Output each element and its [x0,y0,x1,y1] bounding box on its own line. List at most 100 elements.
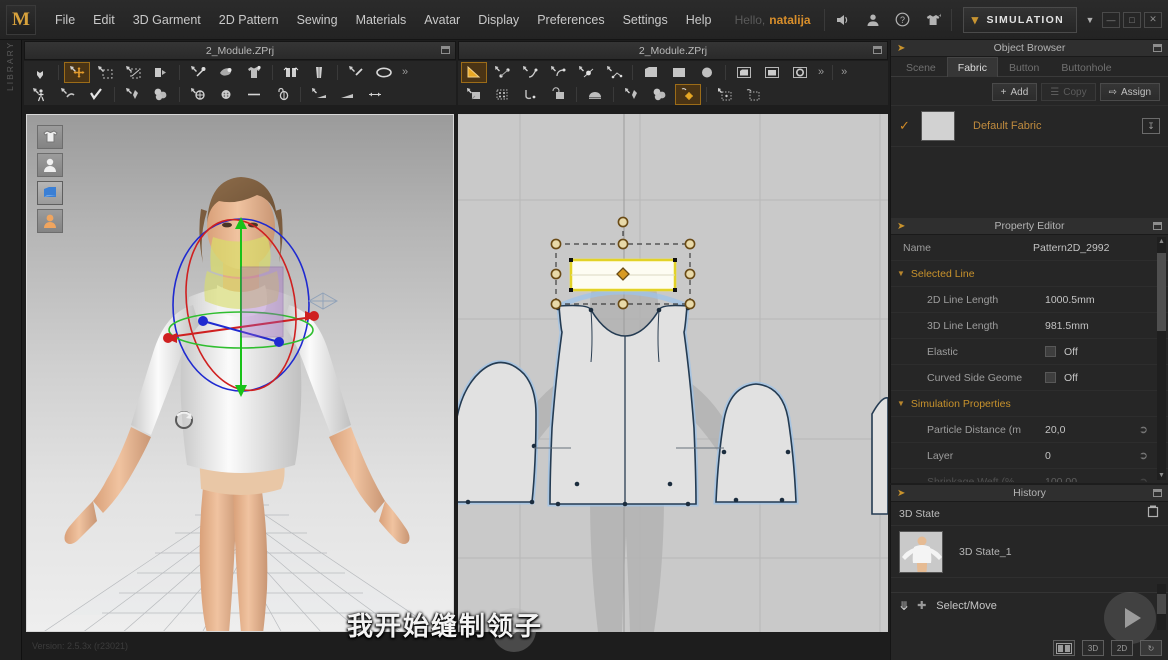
fabric-check-icon[interactable]: ✓ [899,118,921,134]
viewport-2d[interactable] [458,114,888,632]
button-hole-icon[interactable] [148,84,174,105]
select-avatar-icon[interactable] [27,84,53,105]
zipper-icon[interactable] [120,84,146,105]
pin-icon[interactable] [213,62,239,83]
pattern-arrange-icon[interactable] [740,84,766,105]
speaker-icon[interactable] [828,7,858,33]
garment-basting-icon[interactable] [241,62,267,83]
property-value-shrinkage-weft[interactable]: 100.00 [1045,476,1139,483]
property-group-simulation-properties[interactable]: ▼ Simulation Properties [891,391,1168,417]
garment-icon[interactable]: + [918,7,948,33]
dart-icon[interactable] [489,84,515,105]
property-scroll-thumb[interactable] [1157,253,1166,331]
split-view-button[interactable] [1053,640,1075,656]
fabric-save-icon[interactable]: ↧ [1142,118,1160,134]
wrench-icon-layer[interactable]: ➲ [1139,449,1148,462]
menu-display[interactable]: Display [469,7,528,33]
menu-avatar[interactable]: Avatar [415,7,469,33]
pin-avatar-icon[interactable] [55,84,81,105]
menu-2d-pattern[interactable]: 2D Pattern [210,7,288,33]
help-icon[interactable]: ? [888,7,918,33]
gather-icon[interactable] [278,62,304,83]
restore-icon-3d[interactable] [441,46,450,54]
menu-settings[interactable]: Settings [614,7,677,33]
menu-materials[interactable]: Materials [347,7,416,33]
select-mesh-box-icon[interactable] [92,62,118,83]
arrange-icon[interactable] [362,84,388,105]
tab-buttonhole[interactable]: Buttonhole [1050,57,1122,77]
play-simulation-overlay[interactable] [1104,592,1156,644]
select-mesh-icon[interactable] [27,62,53,83]
curved-side-geometry-checkbox[interactable] [1045,372,1056,383]
show-pattern-icon[interactable] [37,181,63,205]
trash-icon[interactable] [1146,504,1160,523]
document-tab-3d[interactable]: 2_Module.ZPrj [24,41,456,60]
wrench-icon-shrinkage-weft[interactable]: ➲ [1139,475,1148,482]
view-2d-button[interactable]: 2D [1111,640,1133,656]
add-button[interactable]: + Add [991,83,1038,101]
property-value-layer[interactable]: 0 [1045,450,1139,462]
button-icon[interactable] [185,84,211,105]
restore-icon-2d[interactable] [873,46,882,54]
show-garment-icon[interactable] [37,125,63,149]
window-minimize-button[interactable]: — [1102,11,1120,28]
edit-point-icon[interactable] [489,62,515,83]
fold-arrangement-icon[interactable] [148,62,174,83]
menu-3d-garment[interactable]: 3D Garment [124,7,210,33]
tab-scene[interactable]: Scene [895,57,947,77]
inner-circle-icon[interactable] [787,62,813,83]
button-head-icon[interactable] [213,84,239,105]
edit-pattern-icon[interactable] [461,61,487,83]
window-restore-button[interactable]: □ [1123,11,1141,28]
pin-icon-history[interactable]: ➤ [897,488,905,499]
menu-help[interactable]: Help [677,7,721,33]
pin-icon[interactable]: ➤ [897,43,905,54]
wrench-icon-particle-distance[interactable]: ➲ [1139,423,1148,436]
lock-icon[interactable] [269,84,295,105]
ring-icon[interactable] [371,62,397,83]
property-scrollbar[interactable]: ▲ ▼ [1157,237,1166,480]
menu-sewing[interactable]: Sewing [288,7,347,33]
elastic-checkbox[interactable] [1045,346,1056,357]
inner-polygon-icon[interactable] [731,62,757,83]
tape-measure-icon[interactable] [185,62,211,83]
pleat-icon[interactable] [306,62,332,83]
rotate-pattern-icon[interactable] [545,84,571,105]
sewing-icon[interactable] [675,83,701,105]
chevron-double-down-icon-tool[interactable]: ⤋ [899,599,909,613]
menu-edit[interactable]: Edit [84,7,124,33]
scroll-up-arrow[interactable]: ▲ [1157,237,1166,246]
trace-icon[interactable] [517,84,543,105]
property-group-selected-line[interactable]: ▼ Selected Line [891,261,1168,287]
history-scroll-thumb[interactable] [1157,594,1166,614]
pleat-fold-icon[interactable] [461,84,487,105]
edit-curve-icon[interactable] [517,62,543,83]
assign-button[interactable]: ⇨ Assign [1099,83,1160,101]
button-2d-icon[interactable] [647,84,673,105]
toolbar-2d-more-2[interactable]: » [837,66,851,78]
reset-icon[interactable]: ↻ [1140,640,1162,656]
copy-button[interactable]: ☰ Copy [1041,83,1096,101]
transform-pattern-icon[interactable] [120,62,146,83]
view-3d-button[interactable]: 3D [1082,640,1104,656]
inner-rectangle-icon[interactable] [759,62,785,83]
segment-icon[interactable] [601,62,627,83]
trim-icon[interactable] [343,62,369,83]
user-icon[interactable] [858,7,888,33]
popout-icon-property[interactable] [1153,222,1162,230]
fabric-list-item[interactable]: ✓ Default Fabric ↧ [891,105,1168,147]
iron-icon[interactable] [582,84,608,105]
edit-curvature-icon[interactable] [545,62,571,83]
baste-icon[interactable] [712,84,738,105]
toolbar-3d-more[interactable]: » [398,66,412,78]
simulation-mode-button[interactable]: ▾ SIMULATION [962,6,1077,33]
viewport-3d[interactable] [26,114,454,632]
history-scrollbar[interactable] [1157,584,1166,630]
library-rail[interactable]: LIBRARY [0,40,22,660]
flat-panel-icon[interactable] [334,84,360,105]
add-point-icon[interactable] [573,62,599,83]
pin-icon-property[interactable]: ➤ [897,221,905,232]
document-tab-2d[interactable]: 2_Module.ZPrj [458,41,888,60]
scroll-down-arrow[interactable]: ▼ [1157,471,1166,480]
popout-icon[interactable] [1153,44,1162,52]
